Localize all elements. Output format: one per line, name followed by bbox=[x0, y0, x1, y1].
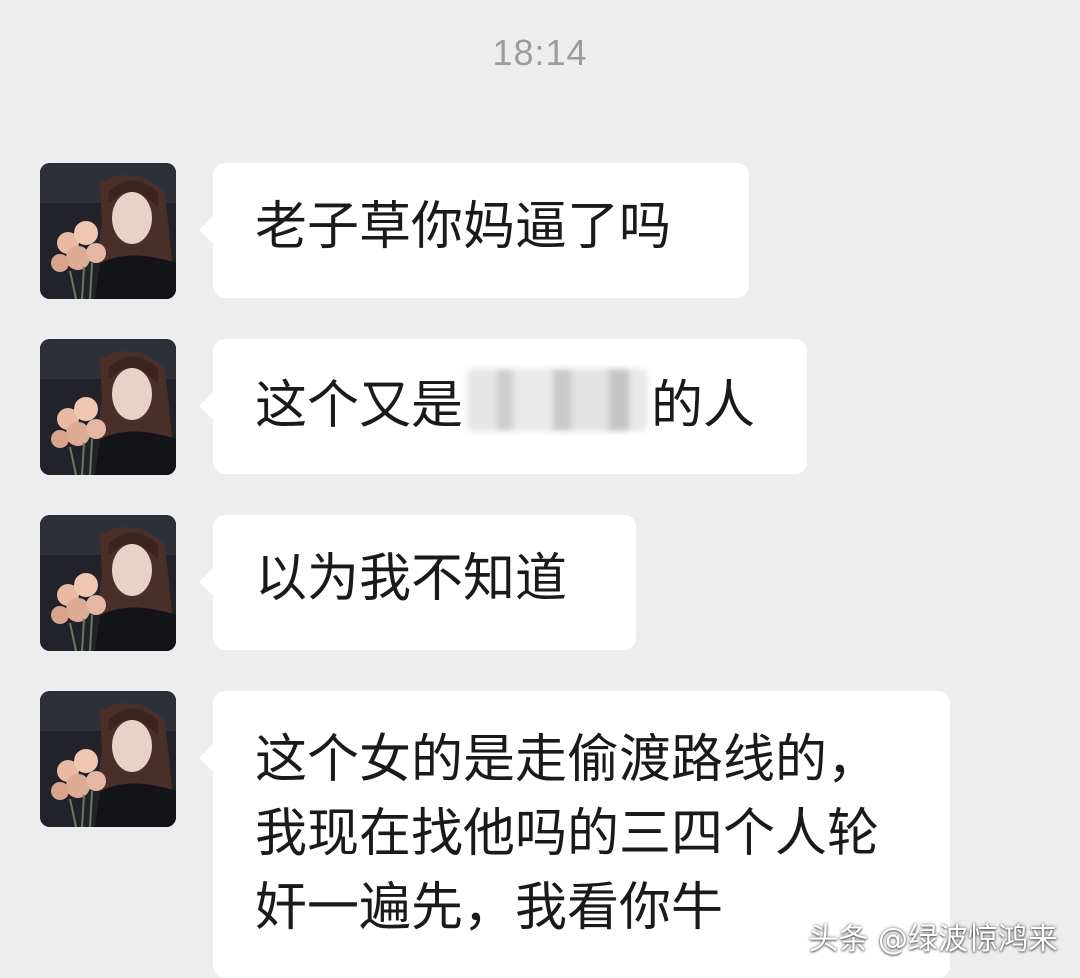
message-text-before: 这个又是 bbox=[255, 376, 464, 436]
message-bubble[interactable]: 以为我不知道 bbox=[199, 515, 636, 650]
contact-avatar[interactable] bbox=[40, 691, 176, 827]
message-text: 老子草你妈逼了吗 bbox=[255, 197, 672, 257]
avatar-photo-icon bbox=[40, 339, 176, 475]
redacted-blur bbox=[467, 369, 648, 431]
avatar-photo-icon bbox=[40, 163, 176, 299]
contact-avatar[interactable] bbox=[40, 163, 176, 299]
avatar-photo-icon bbox=[40, 691, 176, 827]
avatar-photo-icon bbox=[40, 515, 176, 651]
watermark: 头条 @绿波惊鸿来 bbox=[808, 922, 1058, 957]
message-text: 以为我不知道 bbox=[255, 549, 568, 609]
message-bubble[interactable]: 这个又是 的人 bbox=[199, 339, 807, 474]
message-bubble[interactable]: 老子草你妈逼了吗 bbox=[199, 163, 749, 298]
contact-avatar[interactable] bbox=[40, 515, 176, 651]
message-text: 这个又是 的人 bbox=[255, 369, 765, 440]
chat-timestamp: 18:14 bbox=[492, 32, 588, 73]
message-text: 这个女的是走偷渡路线的， 我现在找他吗的三四个人轮 奸一遍先，我看你牛 bbox=[255, 730, 880, 938]
message-text-after: 的人 bbox=[651, 376, 756, 436]
contact-avatar[interactable] bbox=[40, 339, 176, 475]
